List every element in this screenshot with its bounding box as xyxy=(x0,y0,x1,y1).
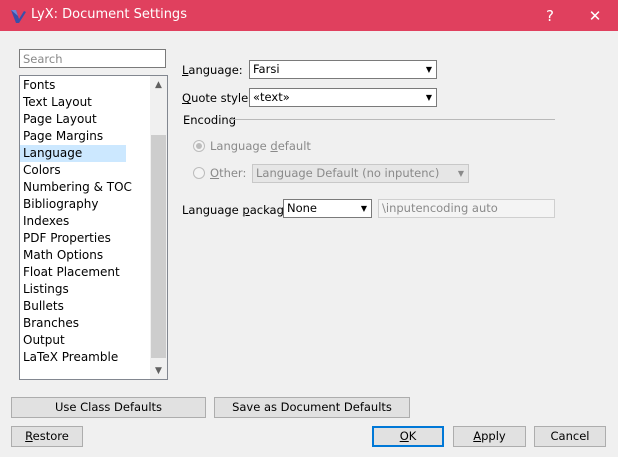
sidebar-item-indexes[interactable]: Indexes xyxy=(20,213,151,230)
cancel-button[interactable]: Cancel xyxy=(534,426,606,447)
lyx-app-icon xyxy=(11,10,26,23)
quote-style-label: Quote style: xyxy=(182,91,253,105)
search-input[interactable] xyxy=(19,49,166,68)
other-encoding-value: Language Default (no inputenc) xyxy=(256,166,440,180)
sidebar-item-colors[interactable]: Colors xyxy=(20,162,151,179)
sidebar-item-bibliography[interactable]: Bibliography xyxy=(20,196,151,213)
encoding-other-label: Other: xyxy=(210,166,247,180)
title-bar: LyX: Document Settings ? ✕ xyxy=(0,0,618,31)
save-as-document-defaults-button[interactable]: Save as Document Defaults xyxy=(214,397,410,418)
language-package-command-field[interactable]: \inputencoding auto xyxy=(378,199,555,218)
sidebar-item-math-options[interactable]: Math Options xyxy=(20,247,151,264)
language-select[interactable]: Farsi ▼ xyxy=(249,60,437,79)
help-icon: ? xyxy=(546,6,554,25)
sidebar-item-bullets[interactable]: Bullets xyxy=(20,298,151,315)
close-icon: ✕ xyxy=(588,6,602,25)
chevron-down-icon: ▼ xyxy=(425,65,432,74)
scroll-down-arrow-icon[interactable]: ▼ xyxy=(150,362,167,379)
sidebar-item-language[interactable]: Language xyxy=(20,145,126,162)
scroll-thumb[interactable] xyxy=(151,135,166,358)
language-package-value: None xyxy=(287,201,318,215)
sidebar-item-page-margins[interactable]: Page Margins xyxy=(20,128,151,145)
scroll-up-arrow-icon[interactable]: ▲ xyxy=(150,76,167,93)
quote-style-value: «text» xyxy=(253,90,290,104)
language-package-label: Language package: xyxy=(182,203,295,217)
sidebar-item-fonts[interactable]: Fonts xyxy=(20,77,151,94)
sidebar-item-latex-preamble[interactable]: LaTeX Preamble xyxy=(20,349,151,366)
sidebar-item-output[interactable]: Output xyxy=(20,332,151,349)
sidebar-item-listings[interactable]: Listings xyxy=(20,281,151,298)
sidebar-item-branches[interactable]: Branches xyxy=(20,315,151,332)
language-value: Farsi xyxy=(253,62,280,76)
help-button[interactable]: ? xyxy=(527,0,573,31)
chevron-down-icon: ▼ xyxy=(457,169,464,178)
restore-button[interactable]: Restore xyxy=(11,426,83,447)
sidebar-item-page-layout[interactable]: Page Layout xyxy=(20,111,151,128)
encoding-group-title: Encoding xyxy=(183,113,236,127)
encoding-language-default-label: Language default xyxy=(210,139,311,153)
sidebar-item-float-placement[interactable]: Float Placement xyxy=(20,264,151,281)
sidebar-item-numbering-toc[interactable]: Numbering & TOC xyxy=(20,179,151,196)
encoding-other-radio[interactable] xyxy=(193,167,205,179)
ok-button[interactable]: OK xyxy=(372,426,444,447)
sidebar-item-pdf-properties[interactable]: PDF Properties xyxy=(20,230,151,247)
sidebar-item-text-layout[interactable]: Text Layout xyxy=(20,94,151,111)
category-scrollbar[interactable]: ▲ ▼ xyxy=(150,76,167,379)
apply-button[interactable]: Apply xyxy=(453,426,526,447)
use-class-defaults-button[interactable]: Use Class Defaults xyxy=(11,397,206,418)
settings-category-list[interactable]: Fonts Text Layout Page Layout Page Margins L… xyxy=(19,75,168,380)
encoding-language-default-radio[interactable] xyxy=(193,140,205,152)
other-encoding-select[interactable]: Language Default (no inputenc) ▼ xyxy=(252,164,469,183)
chevron-down-icon: ▼ xyxy=(425,93,432,102)
category-items: Fonts Text Layout Page Layout Page Margins L… xyxy=(20,77,151,366)
quote-style-select[interactable]: «text» ▼ xyxy=(249,88,437,107)
window-title: LyX: Document Settings xyxy=(31,7,187,22)
language-package-select[interactable]: None ▼ xyxy=(283,199,372,218)
language-label: Language: xyxy=(182,63,243,77)
encoding-group-divider xyxy=(230,119,555,120)
close-button[interactable]: ✕ xyxy=(572,0,618,31)
chevron-down-icon: ▼ xyxy=(360,204,367,213)
